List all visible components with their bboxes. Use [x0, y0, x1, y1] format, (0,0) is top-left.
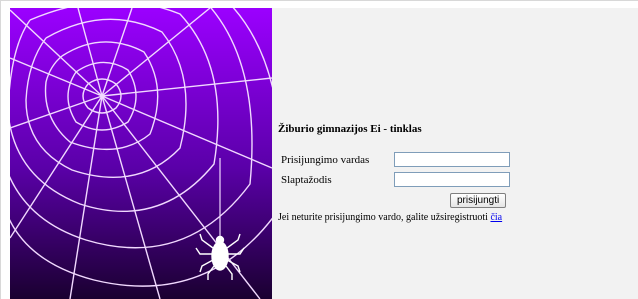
username-label: Prisijungimo vardas — [281, 154, 370, 166]
register-text: Jei neturite prisijungimo vardo, galite … — [278, 212, 491, 223]
login-panel: Žiburio gimnazijos Ei - tinklas Prisijun… — [272, 8, 638, 299]
login-button[interactable]: prisijungti — [450, 193, 507, 208]
password-label: Slaptažodis — [281, 174, 332, 186]
register-note: Jei neturite prisijungimo vardo, galite … — [278, 212, 502, 223]
page-title: Žiburio gimnazijos Ei - tinklas — [278, 123, 422, 135]
spider-web-image — [10, 8, 272, 299]
register-link[interactable]: čia — [490, 212, 502, 223]
password-input[interactable] — [394, 172, 510, 187]
spider-web-banner — [10, 8, 272, 299]
username-input[interactable] — [394, 152, 510, 167]
